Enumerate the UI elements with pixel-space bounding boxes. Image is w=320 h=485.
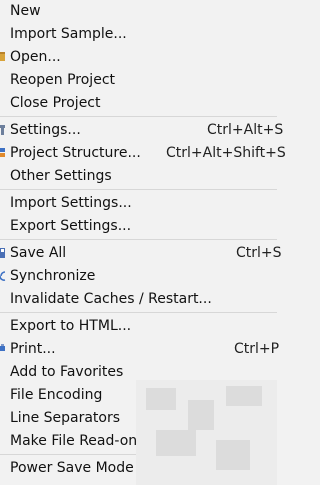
- menu-item-other-settings[interactable]: Other Settings: [0, 165, 277, 188]
- menu-item-import-sample[interactable]: Import Sample...: [0, 23, 277, 46]
- menu-separator: [0, 239, 277, 240]
- menu-separator: [0, 116, 277, 117]
- menu-item-shortcut: Ctrl+P: [234, 341, 280, 357]
- printer-icon: [0, 342, 6, 356]
- menu-item-label: Synchronize: [10, 268, 96, 284]
- menu-item-label: Project Structure...: [10, 145, 141, 161]
- menu-item-label: Power Save Mode: [10, 460, 134, 476]
- menu-item-shortcut: Ctrl+S: [236, 245, 282, 261]
- menu-item-export-to-html[interactable]: Export to HTML...: [0, 315, 277, 338]
- menu-item-settings[interactable]: Settings... Ctrl+Alt+S: [0, 119, 283, 142]
- folder-icon: [0, 50, 6, 64]
- menu-item-label: Export to HTML...: [10, 318, 132, 334]
- menu-item-label: Make File Read-only: [10, 433, 150, 449]
- file-menu: New Import Sample... Open... Reopen Proj…: [0, 0, 286, 485]
- menu-item-close-project[interactable]: Close Project: [0, 92, 277, 115]
- menu-item-label: File Encoding: [10, 387, 103, 403]
- menu-item-label: Print...: [10, 341, 56, 357]
- project-structure-icon: [0, 146, 6, 160]
- menu-item-synchronize[interactable]: Synchronize: [0, 265, 277, 288]
- menu-item-shortcut: Ctrl+Alt+S: [207, 122, 284, 138]
- menu-item-label: Reopen Project: [10, 72, 115, 88]
- menu-item-print[interactable]: Print... Ctrl+P: [0, 338, 280, 361]
- menu-item-label: Settings...: [10, 122, 81, 138]
- menu-item-export-settings[interactable]: Export Settings...: [0, 215, 277, 238]
- menu-item-project-structure[interactable]: Project Structure... Ctrl+Alt+Shift+S: [0, 142, 286, 165]
- menu-item-label: Other Settings: [10, 168, 112, 184]
- menu-item-label: Export Settings...: [10, 218, 132, 234]
- menu-item-label: Line Separators: [10, 410, 121, 426]
- menu-item-label: Invalidate Caches / Restart...: [10, 291, 212, 307]
- menu-item-new[interactable]: New: [0, 0, 277, 23]
- menu-item-import-settings[interactable]: Import Settings...: [0, 192, 277, 215]
- menu-item-label: Close Project: [10, 95, 101, 111]
- menu-item-open[interactable]: Open...: [0, 46, 277, 69]
- menu-separator: [0, 189, 277, 190]
- menu-item-label: Open...: [10, 49, 61, 65]
- save-icon: [0, 246, 6, 260]
- menu-item-label: Save All: [10, 245, 67, 261]
- menu-item-label: Import Sample...: [10, 26, 127, 42]
- menu-item-label: Add to Favorites: [10, 364, 124, 380]
- menu-item-label: Import Settings...: [10, 195, 132, 211]
- menu-item-invalidate-caches[interactable]: Invalidate Caches / Restart...: [0, 288, 277, 311]
- menu-item-label: New: [10, 3, 41, 19]
- menu-item-save-all[interactable]: Save All Ctrl+S: [0, 242, 282, 265]
- sync-icon: [0, 269, 6, 283]
- menu-item-shortcut: Ctrl+Alt+Shift+S: [166, 145, 286, 161]
- watermark-blur: [136, 380, 277, 485]
- menu-item-reopen-project[interactable]: Reopen Project: [0, 69, 277, 92]
- wrench-icon: [0, 123, 6, 137]
- menu-separator: [0, 312, 277, 313]
